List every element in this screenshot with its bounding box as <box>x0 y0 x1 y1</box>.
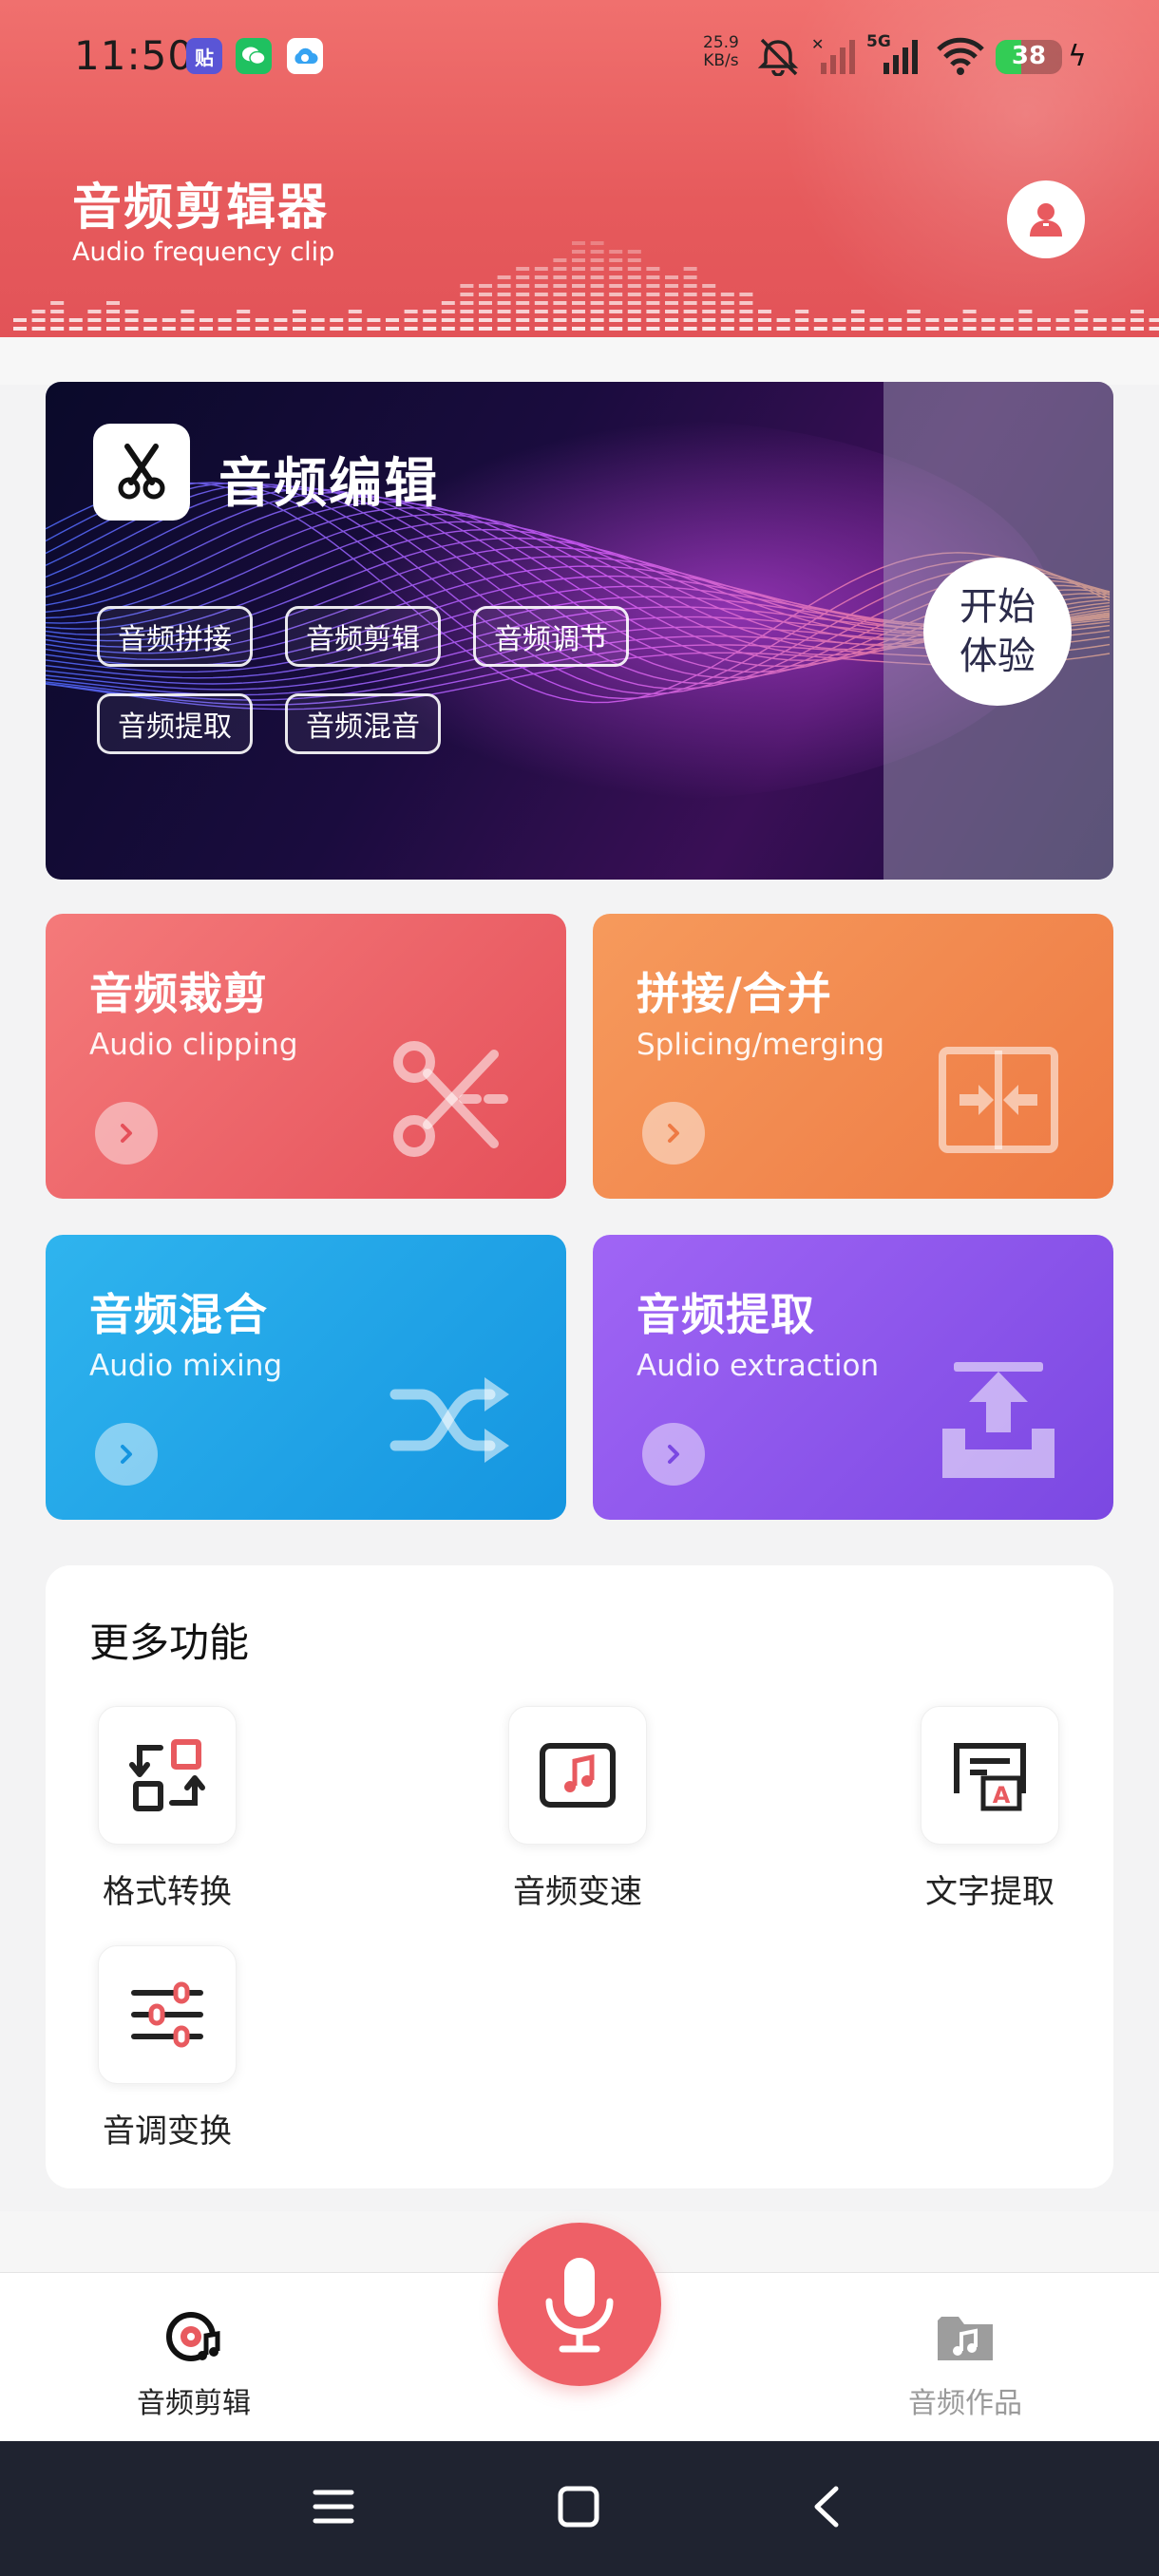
audio-edit-banner[interactable]: 音频编辑 音频拼接 音频剪辑 音频调节 音频提取 音频混音 开始 体验 <box>46 382 1113 880</box>
tool-label: 格式转换 <box>103 1873 232 1911</box>
record-microphone-button[interactable] <box>498 2223 661 2386</box>
wechat-icon <box>236 38 272 74</box>
merge-icon <box>939 1047 1058 1153</box>
tool-label: 文字提取 <box>925 1873 1054 1911</box>
card-title: 音频混合 <box>89 1289 268 1340</box>
chevron-right-icon[interactable] <box>642 1423 705 1486</box>
chip-audio-extract[interactable]: 音频提取 <box>97 693 253 754</box>
card-subtitle: Audio mixing <box>89 1349 283 1383</box>
system-navigation-bar <box>0 2441 1159 2576</box>
signal-sim1-icon: ✕ <box>811 36 855 74</box>
menu-icon[interactable] <box>310 2483 357 2530</box>
chip-audio-splice[interactable]: 音频拼接 <box>97 606 253 667</box>
card-splicing-merging[interactable]: 拼接/合并 Splicing/merging <box>593 914 1113 1199</box>
tieba-icon: 贴 <box>186 38 222 74</box>
signal-sim2-icon <box>884 40 918 74</box>
music-folder-icon <box>938 2317 993 2360</box>
shuffle-icon <box>390 1377 509 1463</box>
chevron-right-icon[interactable] <box>95 1102 158 1165</box>
charging-icon: ϟ <box>1068 40 1087 73</box>
app-subtitle: Audio frequency clip <box>72 237 335 267</box>
banner-title: 音频编辑 <box>218 453 439 515</box>
cloud-icon <box>287 38 323 74</box>
chip-audio-clip[interactable]: 音频剪辑 <box>285 606 441 667</box>
svg-text:A: A <box>993 1782 1011 1809</box>
scissors-icon <box>393 1041 508 1157</box>
chevron-right-icon[interactable] <box>95 1423 158 1486</box>
nav-audio-works[interactable]: 音频作品 <box>861 2307 1070 2421</box>
header-divider <box>0 337 1159 385</box>
card-subtitle: Audio clipping <box>89 1028 298 1062</box>
tool-text-extract[interactable]: A 文字提取 <box>895 1706 1085 1912</box>
start-experience-button[interactable]: 开始 体验 <box>923 558 1072 706</box>
svg-text:✕: ✕ <box>811 36 824 53</box>
card-title: 拼接/合并 <box>636 968 832 1019</box>
user-icon <box>1030 203 1062 237</box>
disc-music-icon <box>166 2312 220 2361</box>
extract-icon <box>942 1362 1054 1478</box>
more-functions-panel: 更多功能 格式转换 音频变速 A 文字提取 音调变换 <box>46 1565 1113 2188</box>
tool-pitch-change[interactable]: 音调变换 <box>72 1945 262 2151</box>
card-audio-clipping[interactable]: 音频裁剪 Audio clipping <box>46 914 566 1199</box>
app-header: 11:50 贴 25.9 KB/s ✕ 5G 38 ϟ 音频剪辑器 Audio … <box>0 0 1159 337</box>
status-bar: 11:50 贴 25.9 KB/s ✕ 5G 38 ϟ <box>0 0 1159 114</box>
mute-bell-icon <box>757 38 799 76</box>
status-time: 11:50 <box>74 32 195 79</box>
card-audio-extraction[interactable]: 音频提取 Audio extraction <box>593 1235 1113 1520</box>
card-title: 音频提取 <box>636 1289 815 1340</box>
nav-label: 音频剪辑 <box>137 2387 251 2420</box>
sliders-icon <box>131 1981 203 2048</box>
network-speed: 25.9 KB/s <box>703 33 739 70</box>
app-title: 音频剪辑器 <box>72 180 330 237</box>
battery-indicator: 38 <box>996 40 1062 74</box>
section-title: 更多功能 <box>89 1619 250 1666</box>
scissors-logo-icon <box>93 424 190 521</box>
wifi-icon <box>937 37 984 75</box>
back-icon[interactable] <box>804 2483 851 2530</box>
nav-audio-edit[interactable]: 音频剪辑 <box>89 2307 298 2421</box>
user-profile-button[interactable] <box>1007 180 1085 258</box>
home-icon[interactable] <box>555 2483 602 2530</box>
nav-label: 音频作品 <box>908 2387 1022 2420</box>
chip-audio-adjust[interactable]: 音频调节 <box>473 606 629 667</box>
card-title: 音频裁剪 <box>89 968 268 1019</box>
music-note-icon <box>540 1743 616 1808</box>
format-convert-icon <box>129 1739 205 1811</box>
chip-audio-mix[interactable]: 音频混音 <box>285 693 441 754</box>
text-extract-icon: A <box>954 1743 1026 1811</box>
tool-label: 音频变速 <box>513 1873 642 1911</box>
tool-format-convert[interactable]: 格式转换 <box>72 1706 262 1912</box>
microphone-icon <box>545 2258 614 2353</box>
tool-label: 音调变换 <box>103 2112 232 2150</box>
chevron-right-icon[interactable] <box>642 1102 705 1165</box>
card-subtitle: Splicing/merging <box>636 1028 885 1062</box>
card-audio-mixing[interactable]: 音频混合 Audio mixing <box>46 1235 566 1520</box>
tool-audio-speed[interactable]: 音频变速 <box>483 1706 673 1912</box>
card-subtitle: Audio extraction <box>636 1349 880 1383</box>
